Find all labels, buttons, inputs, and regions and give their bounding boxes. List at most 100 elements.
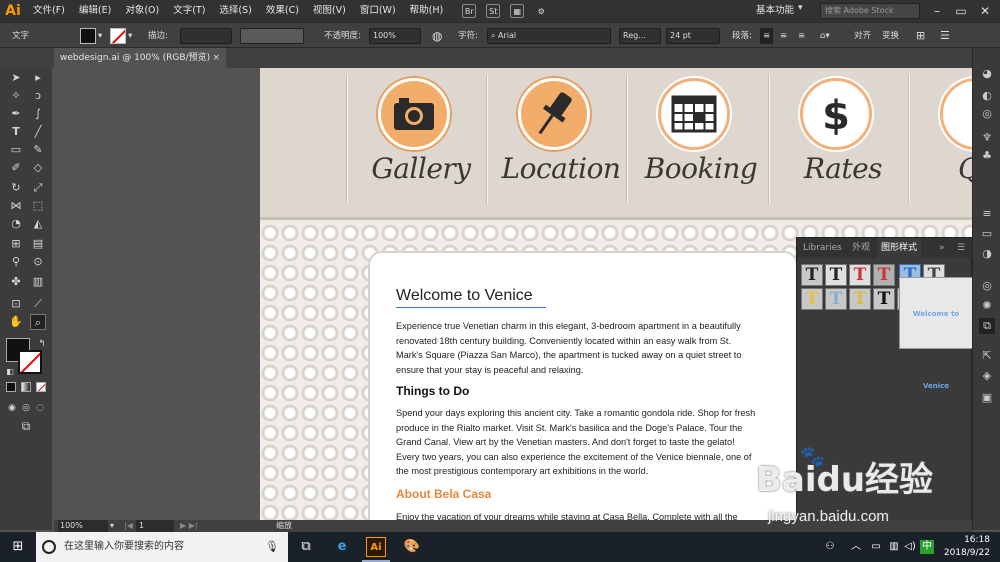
system-clock[interactable]: 16:18 2018/9/22 <box>944 534 990 560</box>
rectangle-tool-icon[interactable]: ▭ <box>8 142 24 158</box>
lasso-icon[interactable]: ↄ <box>30 88 46 104</box>
illustrator-taskbar-icon[interactable]: Ai <box>366 537 386 557</box>
artboards-icon[interactable]: ▣ <box>979 390 995 406</box>
people-icon[interactable]: ⚇ <box>820 537 840 557</box>
taskbar-search-input[interactable]: 在这里输入你要搜索的内容 <box>36 532 288 562</box>
graphic-style-swatch[interactable]: T <box>873 264 895 286</box>
graphic-style-swatch[interactable]: T <box>873 288 895 310</box>
live-paint-icon[interactable]: ◭ <box>30 216 46 232</box>
tab-libraries[interactable]: Libraries <box>803 238 842 258</box>
graphic-style-swatch[interactable]: T <box>825 288 847 310</box>
bridge-icon[interactable]: Br <box>462 4 477 18</box>
zoom-tool-icon[interactable]: ⌕ <box>30 314 46 330</box>
close-icon[interactable]: × <box>212 48 220 68</box>
navigator-icon[interactable]: ◎ <box>979 106 995 122</box>
direct-selection-tool-icon[interactable]: ▸ <box>30 70 46 86</box>
symbol-sprayer-icon[interactable]: ✤ <box>8 274 24 290</box>
close-icon[interactable]: ✕ <box>972 0 998 22</box>
document-tab[interactable]: webdesign.ai @ 100% (RGB/预览) × <box>54 48 226 68</box>
nav-item-gallery[interactable]: Gallery <box>346 68 486 218</box>
brushes-icon[interactable]: ♆ <box>979 130 995 146</box>
stroke-weight-field[interactable] <box>180 28 232 44</box>
nav-item-partial[interactable]: Qu <box>908 68 972 218</box>
chevron-up-icon[interactable]: ︿ <box>846 537 866 557</box>
graphic-style-swatch[interactable]: T <box>801 288 823 310</box>
curvature-tool-icon[interactable]: ∫ <box>30 106 46 122</box>
minimize-icon[interactable]: – <box>924 0 950 22</box>
volume-icon[interactable]: ◁) <box>900 537 920 557</box>
windows-start-icon[interactable]: ⊞ <box>8 537 28 557</box>
graphic-style-swatch[interactable]: T <box>849 264 871 286</box>
menu-help[interactable]: 帮助(H) <box>403 0 451 22</box>
menu-select[interactable]: 选择(S) <box>212 0 258 22</box>
magic-wand-icon[interactable]: ✧ <box>8 88 24 104</box>
next-artboard-icon[interactable]: ▶ ▶| <box>180 520 198 532</box>
symbols-icon[interactable]: ♣ <box>979 148 995 164</box>
stock-icon[interactable]: St <box>486 4 501 18</box>
perspective-grid-icon[interactable]: ⊞ <box>8 236 24 252</box>
tab-graphic-styles[interactable]: 图形样式 <box>877 238 922 258</box>
width-tool-icon[interactable]: ⋈ <box>8 198 24 214</box>
blend-tool-icon[interactable]: ⊙ <box>30 254 46 270</box>
default-colors-icon[interactable]: ◧ <box>2 364 18 380</box>
stock-search-input[interactable]: 搜索 Adobe Stock <box>820 3 920 19</box>
welcome-heading[interactable]: Welcome to Venice <box>396 287 533 305</box>
align-center-icon[interactable]: ≡ <box>780 28 787 44</box>
font-style-field[interactable]: Reg... <box>619 28 661 44</box>
isolate-icon[interactable]: ⊞ <box>916 28 925 44</box>
screen-mode-icon[interactable]: ⧉ <box>18 418 34 434</box>
task-view-icon[interactable]: ⧉ <box>296 537 316 557</box>
gradient-panel-icon[interactable]: ▭ <box>979 226 995 242</box>
stroke-panel-icon[interactable]: ≡ <box>979 206 995 222</box>
transparency-icon[interactable]: ◑ <box>979 246 995 262</box>
menu-edit[interactable]: 编辑(E) <box>72 0 118 22</box>
menu-type[interactable]: 文字(T) <box>166 0 212 22</box>
eraser-icon[interactable]: ◇ <box>30 160 46 176</box>
paintbrush-icon[interactable]: ✎ <box>30 142 46 158</box>
scale-tool-icon[interactable]: ⤢ <box>30 180 46 196</box>
envelope-icon[interactable]: ⌂▾ <box>820 28 830 44</box>
gradient-tool-icon[interactable]: ▤ <box>30 236 46 252</box>
content-card[interactable]: Welcome to Venice Experience true Veneti… <box>368 251 798 520</box>
microphone-icon[interactable]: 🎙 <box>262 537 282 557</box>
type-tool-icon[interactable]: T <box>8 124 24 140</box>
align-left-icon[interactable]: ≡ <box>760 28 774 44</box>
layers-icon[interactable]: ◈ <box>979 368 995 384</box>
selection-tool-icon[interactable]: ➤ <box>8 70 24 86</box>
battery-icon[interactable]: ▭ <box>866 537 886 557</box>
panel-menu-icon[interactable]: ☰ <box>940 28 950 44</box>
graphic-style-swatch[interactable]: T <box>849 288 871 310</box>
character-label[interactable]: 字符: <box>458 28 478 44</box>
zoom-field[interactable]: 100% <box>58 520 108 532</box>
menu-window[interactable]: 窗口(W) <box>353 0 403 22</box>
font-size-field[interactable]: 24 pt <box>666 28 720 44</box>
artboard-tool-icon[interactable]: ⊡ <box>8 296 24 312</box>
maximize-icon[interactable]: ▭ <box>948 0 974 22</box>
align-right-icon[interactable]: ≡ <box>798 28 805 44</box>
draw-inside-icon[interactable]: ◌ <box>32 400 48 416</box>
things-paragraph[interactable]: Spend your days exploring this ancient c… <box>396 406 758 479</box>
column-graph-icon[interactable]: ▥ <box>30 274 46 290</box>
line-tool-icon[interactable]: ╱ <box>30 124 46 140</box>
panel-menu-icon[interactable]: ☰ <box>957 238 965 258</box>
nav-item-rates[interactable]: $ Rates <box>768 68 908 218</box>
gpu-performance-icon[interactable]: ⚙ <box>534 4 548 18</box>
tab-appearance[interactable]: 外观 <box>852 238 870 258</box>
opacity-field[interactable]: 100% <box>369 28 421 44</box>
export-icon[interactable]: ⧉ <box>979 318 995 334</box>
graphic-style-swatch[interactable]: T <box>825 264 847 286</box>
nav-item-location[interactable]: Location <box>486 68 626 218</box>
paint-app-icon[interactable]: 🎨 <box>402 537 422 557</box>
about-heading[interactable]: About Bela Casa <box>396 487 491 501</box>
workspace-switcher[interactable]: 基本功能 <box>756 3 794 19</box>
about-paragraph[interactable]: Enjoy the vacation of your dreams while … <box>396 510 758 520</box>
stroke-color-swatch[interactable] <box>18 350 42 374</box>
intro-paragraph[interactable]: Experience true Venetian charm in this e… <box>396 319 758 377</box>
color-panel-icon[interactable]: ◕ <box>979 66 995 82</box>
variable-width-profile[interactable] <box>240 28 304 44</box>
appearance-icon[interactable]: ◎ <box>979 278 995 294</box>
slice-tool-icon[interactable]: ⟋ <box>30 296 46 312</box>
graphic-style-swatch[interactable]: T <box>801 264 823 286</box>
asset-export-icon[interactable]: ⇱ <box>979 348 995 364</box>
align-label[interactable]: 对齐 <box>854 28 871 44</box>
